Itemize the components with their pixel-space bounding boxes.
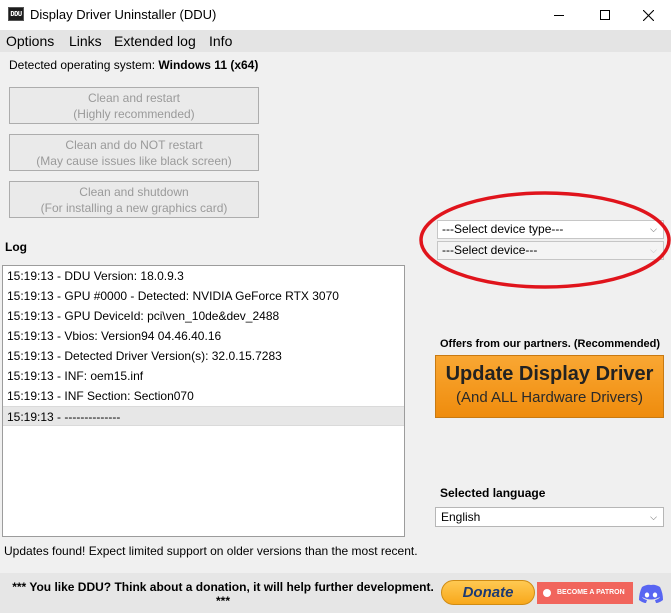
close-icon xyxy=(642,9,654,21)
log-row-selected[interactable]: 15:19:13 - -------------- xyxy=(3,406,404,426)
device-type-select[interactable]: ---Select device type--- ⌵ xyxy=(437,220,664,239)
minimize-icon xyxy=(554,14,564,16)
clean-and-restart-sublabel: (Highly recommended) xyxy=(73,107,195,121)
minimize-button[interactable] xyxy=(536,0,582,30)
ddu-app-icon: DDU xyxy=(8,7,24,21)
partners-heading: Offers from our partners. (Recommended) xyxy=(440,338,661,350)
chevron-down-icon: ⌵ xyxy=(650,512,657,522)
menu-info[interactable]: Info xyxy=(209,33,232,49)
clean-no-restart-label: Clean and do NOT restart xyxy=(65,138,203,152)
detected-os: Detected operating system: Windows 11 (x… xyxy=(9,58,258,72)
clean-and-shutdown-label: Clean and shutdown xyxy=(79,185,189,199)
language-select-value: English xyxy=(441,510,481,524)
clean-and-shutdown-sublabel: (For installing a new graphics card) xyxy=(40,201,228,215)
become-patron-label: BECOME A PATRON xyxy=(557,589,625,596)
discord-icon xyxy=(639,584,663,603)
update-display-driver-button[interactable]: Update Display Driver (And ALL Hardware … xyxy=(435,355,664,418)
detected-os-label: Detected operating system: xyxy=(9,58,156,72)
maximize-button[interactable] xyxy=(582,0,628,30)
language-select[interactable]: English ⌵ xyxy=(435,507,664,527)
log-row[interactable]: 15:19:13 - Vbios: Version94 04.46.40.16 xyxy=(3,326,404,346)
maximize-icon xyxy=(600,10,610,20)
chevron-down-icon: ⌵ xyxy=(650,224,657,234)
device-select[interactable]: ---Select device--- ⌵ xyxy=(437,241,664,260)
update-display-driver-sublabel: (And ALL Hardware Drivers) xyxy=(455,389,643,406)
log-list[interactable]: 15:19:13 - DDU Version: 18.0.9.3 15:19:1… xyxy=(2,265,405,537)
update-display-driver-label: Update Display Driver xyxy=(445,363,654,385)
menu-extended-log[interactable]: Extended log xyxy=(114,33,196,49)
footer-bar: *** You like DDU? Think about a donation… xyxy=(0,573,671,613)
discord-button[interactable] xyxy=(637,581,665,607)
device-select-value: ---Select device--- xyxy=(442,243,538,257)
patreon-icon xyxy=(543,589,551,597)
log-heading: Log xyxy=(5,240,27,254)
language-label: Selected language xyxy=(440,486,546,500)
close-button[interactable] xyxy=(625,0,671,30)
log-row[interactable]: 15:19:13 - GPU #0000 - Detected: NVIDIA … xyxy=(3,286,404,306)
log-row[interactable]: 15:19:13 - INF: oem15.inf xyxy=(3,366,404,386)
window-title: Display Driver Uninstaller (DDU) xyxy=(30,7,217,22)
donate-button[interactable]: Donate xyxy=(441,580,535,605)
menu-bar: Options Links Extended log Info xyxy=(0,30,671,52)
title-bar: DDU Display Driver Uninstaller (DDU) xyxy=(0,0,671,30)
log-row[interactable]: 15:19:13 - DDU Version: 18.0.9.3 xyxy=(3,266,404,286)
donation-message: *** You like DDU? Think about a donation… xyxy=(12,580,434,608)
clean-and-restart-label: Clean and restart xyxy=(87,91,181,105)
menu-links[interactable]: Links xyxy=(69,33,102,49)
become-patron-button[interactable]: BECOME A PATRON xyxy=(537,582,633,604)
clean-no-restart-button[interactable]: Clean and do NOT restart (May cause issu… xyxy=(9,134,259,171)
menu-options[interactable]: Options xyxy=(6,33,54,49)
clean-and-restart-button[interactable]: Clean and restart (Highly recommended) xyxy=(9,87,259,124)
device-type-select-value: ---Select device type--- xyxy=(442,222,564,236)
chevron-down-icon: ⌵ xyxy=(650,245,657,255)
log-row[interactable]: 15:19:13 - INF Section: Section070 xyxy=(3,386,404,406)
clean-no-restart-sublabel: (May cause issues like black screen) xyxy=(36,154,232,168)
status-message: Updates found! Expect limited support on… xyxy=(4,544,418,558)
clean-and-shutdown-button[interactable]: Clean and shutdown (For installing a new… xyxy=(9,181,259,218)
log-row[interactable]: 15:19:13 - Detected Driver Version(s): 3… xyxy=(3,346,404,366)
detected-os-value: Windows 11 (x64) xyxy=(158,58,259,72)
log-row[interactable]: 15:19:13 - GPU DeviceId: pci\ven_10de&de… xyxy=(3,306,404,326)
